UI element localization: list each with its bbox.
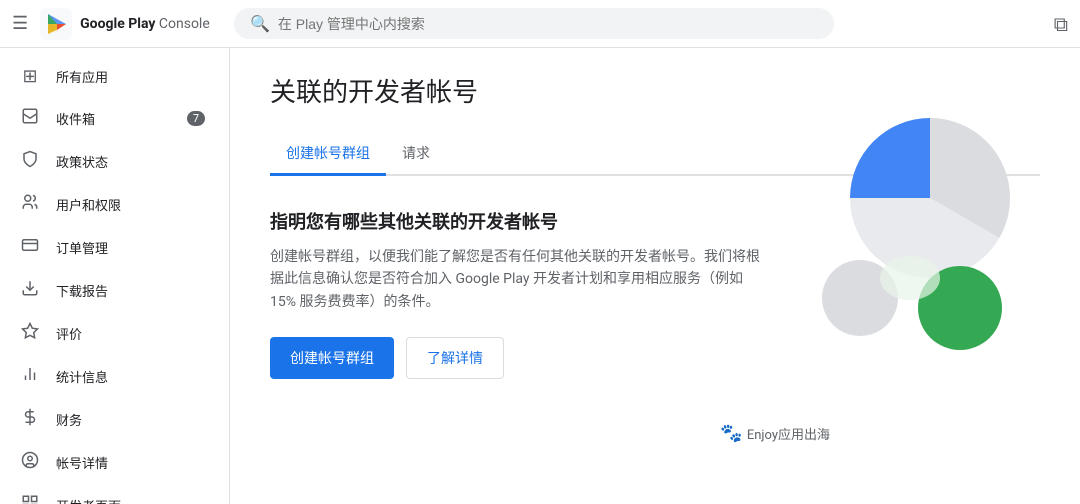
sidebar-item-label: 下载报告 [56,281,205,300]
download-icon [20,279,40,302]
sidebar: ⊞ 所有应用 收件箱 7 政策状态 用户和权限 [0,48,230,504]
sidebar-item-all-apps[interactable]: ⊞ 所有应用 [0,56,221,97]
main-content: 关联的开发者帐号 创建帐号群组 请求 指明您有哪些其他关联的开发者帐号 创建帐号… [230,48,1080,504]
sidebar-item-reports[interactable]: 下载报告 [0,269,221,312]
account-icon [20,451,40,474]
stats-icon [20,365,40,388]
search-bar[interactable]: 🔍 [234,8,834,39]
sidebar-item-label: 所有应用 [56,67,205,86]
orders-icon [20,236,40,259]
sidebar-item-label: 收件箱 [56,109,171,128]
logo-text: Google Play Console [80,16,210,32]
users-icon [20,193,40,216]
policy-icon [20,150,40,173]
finance-icon [20,408,40,431]
inbox-badge: 7 [187,111,205,126]
header: ☰ Google Play Console 🔍 ⧉ [0,0,1080,48]
sidebar-item-account[interactable]: 帐号详情 [0,441,221,484]
logo: ☰ Google Play Console [12,8,222,40]
watermark: 🐾 Enjoy应用出海 [720,423,830,444]
watermark-icon: 🐾 [720,423,742,444]
sidebar-item-finance[interactable]: 财务 [0,398,221,441]
sidebar-item-label: 开发者页面 [56,496,205,504]
search-input[interactable] [278,16,818,32]
sidebar-item-label: 用户和权限 [56,195,205,214]
main-layout: ⊞ 所有应用 收件箱 7 政策状态 用户和权限 [0,48,1080,504]
inbox-icon [20,107,40,130]
sidebar-item-label: 统计信息 [56,367,205,386]
watermark-text: Enjoy应用出海 [747,424,830,443]
learn-more-button[interactable]: 了解详情 [406,337,504,379]
external-link-icon[interactable]: ⧉ [1054,12,1068,36]
create-group-button[interactable]: 创建帐号群组 [270,337,394,379]
page-title: 关联的开发者帐号 [270,72,1040,109]
sidebar-item-label: 评价 [56,324,205,343]
sidebar-item-stats[interactable]: 统计信息 [0,355,221,398]
play-store-icon [40,8,72,40]
sidebar-item-label: 帐号详情 [56,453,205,472]
tab-create[interactable]: 创建帐号群组 [270,133,386,176]
sidebar-item-users[interactable]: 用户和权限 [0,183,221,226]
pie-chart-illustration [760,108,1040,368]
illustration [760,108,1040,388]
sidebar-item-dev-page[interactable]: 开发者页面 [0,484,221,504]
search-icon: 🔍 [250,14,270,33]
sidebar-item-label: 财务 [56,410,205,429]
reviews-icon [20,322,40,345]
dev-page-icon [20,494,40,504]
sidebar-item-reviews[interactable]: 评价 [0,312,221,355]
tab-request[interactable]: 请求 [386,133,446,176]
menu-icon[interactable]: ☰ [12,13,28,34]
sidebar-item-policy[interactable]: 政策状态 [0,140,221,183]
all-apps-icon: ⊞ [20,66,40,87]
sidebar-item-label: 订单管理 [56,238,205,257]
header-right: ⧉ [1054,12,1068,36]
sidebar-item-label: 政策状态 [56,152,205,171]
sidebar-item-orders[interactable]: 订单管理 [0,226,221,269]
sidebar-item-inbox[interactable]: 收件箱 7 [0,97,221,140]
section-description: 创建帐号群组，以便我们能了解您是否有任何其他关联的开发者帐号。我们将根据此信息确… [270,246,770,313]
